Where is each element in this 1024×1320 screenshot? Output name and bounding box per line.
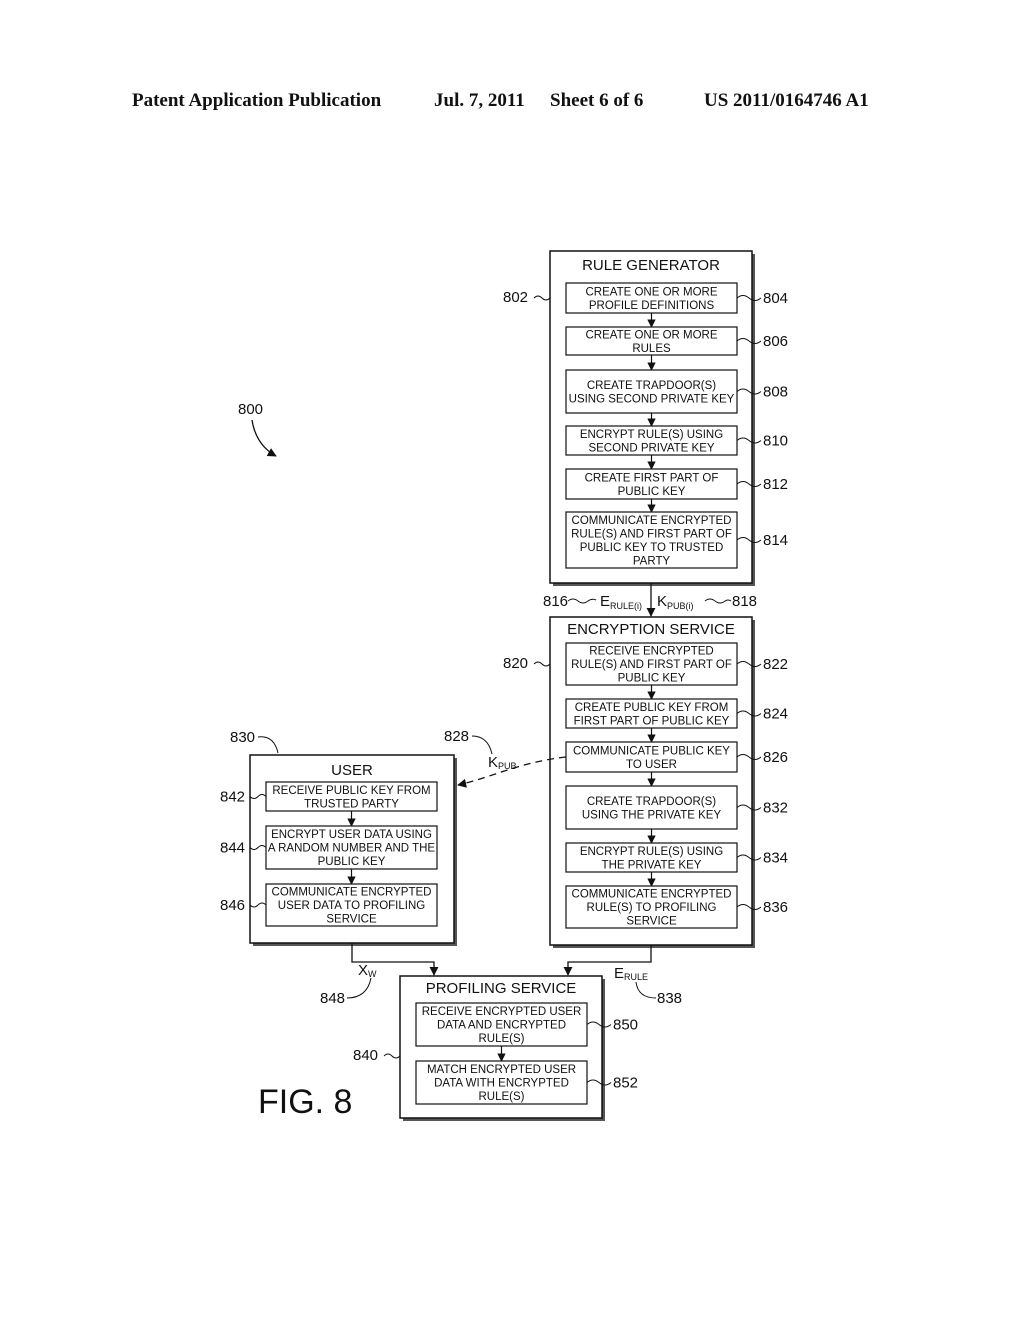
es-to-profiling-arrow xyxy=(563,945,652,976)
profiling-service-ref: 840 xyxy=(353,1047,378,1064)
step-text-line: USING SECOND PRIVATE KEY xyxy=(569,393,735,405)
step-text-line: CREATE ONE OR MORE xyxy=(585,329,717,341)
step-ref: 846 xyxy=(220,897,245,914)
k-pub-i-label: KPUB(i) xyxy=(657,593,694,611)
encryption-service-ref: 820 xyxy=(503,655,528,672)
step-text-line: COMMUNICATE ENCRYPTED xyxy=(572,515,732,527)
step-ref: 814 xyxy=(763,532,788,549)
step-text-line: USING THE PRIVATE KEY xyxy=(582,809,722,821)
step-text-line: RECEIVE ENCRYPTED xyxy=(589,646,713,658)
step-text-line: RULE(S) AND FIRST PART OF xyxy=(571,659,732,671)
step-text-line: DATA AND ENCRYPTED xyxy=(437,1020,566,1032)
xw-label: XW xyxy=(358,962,377,979)
step-text-line: CREATE ONE OR MORE xyxy=(585,286,717,298)
step-text-line: CREATE FIRST PART OF xyxy=(585,472,719,484)
step-text-line: RULE(S) AND FIRST PART OF xyxy=(571,528,732,540)
erule-ref: 838 xyxy=(657,990,682,1007)
step-ref: 808 xyxy=(763,384,788,401)
step-ref: 834 xyxy=(763,850,788,867)
step-text-line: COMMUNICATE PUBLIC KEY xyxy=(573,745,730,757)
step-ref: 836 xyxy=(763,899,788,916)
step-text-line: PROFILE DEFINITIONS xyxy=(589,300,715,312)
xw-ref: 848 xyxy=(320,990,345,1007)
step-text-line: DATA WITH ENCRYPTED xyxy=(434,1078,569,1090)
flow-diagram: 800 RULE GENERATOR 802 CREATE ONE OR MOR… xyxy=(220,250,788,1121)
user-title: USER xyxy=(331,762,373,779)
step-text-line: CREATE PUBLIC KEY FROM xyxy=(575,702,729,714)
step-text-line: CREATE TRAPDOOR(S) xyxy=(587,380,716,392)
step-ref: 842 xyxy=(220,789,245,806)
rule-generator-block: RULE GENERATOR 802 CREATE ONE OR MORE PRO… xyxy=(503,250,788,586)
step-text-line: RULES xyxy=(632,343,671,355)
step-text-line: THE PRIVATE KEY xyxy=(602,859,702,871)
rule-generator-ref: 802 xyxy=(503,289,528,306)
rule-generator-title: RULE GENERATOR xyxy=(582,257,720,274)
step-text-line: ENCRYPT RULE(S) USING xyxy=(580,846,723,858)
step-text-line: PUBLIC KEY xyxy=(618,486,686,498)
step-text-line: FIRST PART OF PUBLIC KEY xyxy=(574,715,730,727)
step-ref: 804 xyxy=(763,290,788,307)
profiling-service-block: PROFILING SERVICE 840 RECEIVE ENCRYPTED … xyxy=(353,975,638,1121)
step-text-line: COMMUNICATE ENCRYPTED xyxy=(272,887,432,899)
user-block: USER 830 RECEIVE PUBLIC KEY FROMTRUSTED … xyxy=(220,729,457,946)
step-text-line: CREATE TRAPDOOR(S) xyxy=(587,796,716,808)
encryption-service-title: ENCRYPTION SERVICE xyxy=(567,621,735,638)
step-ref: 852 xyxy=(613,1075,638,1092)
figure-label: FIG. 8 xyxy=(258,1083,352,1121)
step-text-line: PUBLIC KEY xyxy=(318,856,386,868)
user-ref: 830 xyxy=(230,729,255,746)
profiling-service-title: PROFILING SERVICE xyxy=(426,980,577,997)
step-ref: 806 xyxy=(763,333,788,350)
step-text-line: RULE(S) xyxy=(478,1091,524,1103)
e-rule-i-label: ERULE(i) xyxy=(600,593,642,611)
step-text-line: RULE(S) TO PROFILING xyxy=(587,902,717,914)
erule-label: ERULE xyxy=(614,965,648,982)
step-ref: 826 xyxy=(763,749,788,766)
e-rule-i-ref: 816 xyxy=(543,593,568,610)
step-text-line: COMMUNICATE ENCRYPTED xyxy=(572,889,732,901)
step-text-line: TRUSTED PARTY xyxy=(304,798,399,810)
step-ref: 812 xyxy=(763,476,788,493)
step-text-line: MATCH ENCRYPTED USER xyxy=(427,1064,576,1076)
step-text-line: SECOND PRIVATE KEY xyxy=(588,442,714,454)
step-text-line: RECEIVE PUBLIC KEY FROM xyxy=(272,785,430,797)
step-text-line: USER DATA TO PROFILING xyxy=(278,900,425,912)
step-text-line: A RANDOM NUMBER AND THE xyxy=(268,843,436,855)
figure-ref: 800 xyxy=(238,401,263,418)
kpub-label: KPUB xyxy=(488,754,517,771)
step-text-line: ENCRYPT RULE(S) USING xyxy=(580,429,723,441)
step-ref: 850 xyxy=(613,1017,638,1034)
step-text-line: ENCRYPT USER DATA USING xyxy=(271,829,432,841)
step-text-line: PARTY xyxy=(633,555,671,567)
step-text-line: TO USER xyxy=(626,759,677,771)
step-text-line: PUBLIC KEY TO TRUSTED xyxy=(580,542,724,554)
step-text-line: RECEIVE ENCRYPTED USER xyxy=(422,1006,582,1018)
step-text-line: PUBLIC KEY xyxy=(618,673,686,685)
step-ref: 844 xyxy=(220,840,245,857)
kpub-ref: 828 xyxy=(444,728,469,745)
encryption-service-block: ENCRYPTION SERVICE 820 RECEIVE ENCRYPTED… xyxy=(503,616,788,948)
step-text-line: RULE(S) xyxy=(478,1033,524,1045)
step-text-line: SERVICE xyxy=(626,916,677,928)
step-ref: 822 xyxy=(763,656,788,673)
step-ref: 810 xyxy=(763,433,788,450)
figure-ref-arrow xyxy=(251,419,277,457)
k-pub-i-ref: 818 xyxy=(732,593,757,610)
step-ref: 824 xyxy=(763,706,788,723)
step-text-line: SERVICE xyxy=(326,914,377,926)
step-ref: 832 xyxy=(763,800,788,817)
